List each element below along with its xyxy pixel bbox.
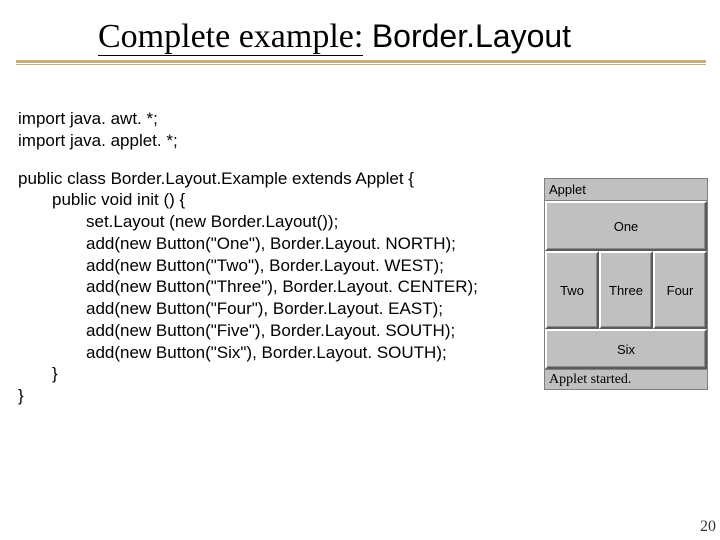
title-underline xyxy=(16,60,706,66)
class-block: public class Border.Layout.Example exten… xyxy=(18,168,578,407)
button-six-label: Six xyxy=(617,342,635,357)
code-line-10: } xyxy=(18,363,578,385)
imports-block: import java. awt. *; import java. applet… xyxy=(18,108,578,152)
import-line-2: import java. applet. *; xyxy=(18,130,578,152)
code-content: import java. awt. *; import java. applet… xyxy=(18,108,578,407)
code-line-1: public class Border.Layout.Example exten… xyxy=(18,168,578,190)
slide-title-wrap: Complete example: Border.Layout xyxy=(0,0,720,56)
button-three-label: Three xyxy=(609,283,643,298)
code-line-2: public void init () { xyxy=(18,189,578,211)
applet-status: Applet started. xyxy=(544,370,708,390)
page-number: 20 xyxy=(700,518,716,536)
button-four[interactable]: Four xyxy=(653,251,707,329)
import-line-1: import java. awt. *; xyxy=(18,108,578,130)
code-line-11: } xyxy=(18,385,578,407)
code-line-4: add(new Button("One"), Border.Layout. NO… xyxy=(18,233,578,255)
button-four-label: Four xyxy=(667,283,694,298)
title-part2: Border.Layout xyxy=(372,18,571,54)
applet-titlebar: Applet xyxy=(544,178,708,200)
code-line-5: add(new Button("Two"), Border.Layout. WE… xyxy=(18,255,578,277)
button-two[interactable]: Two xyxy=(545,251,599,329)
borderlayout-grid: One Two Three Four Six xyxy=(544,200,708,370)
code-line-3: set.Layout (new Border.Layout()); xyxy=(18,211,578,233)
button-three[interactable]: Three xyxy=(599,251,653,329)
applet-window: Applet One Two Three Four Six Applet sta… xyxy=(544,178,708,390)
button-two-label: Two xyxy=(560,283,584,298)
title-part1: Complete example: xyxy=(98,18,363,56)
code-line-9: add(new Button("Six"), Border.Layout. SO… xyxy=(18,342,578,364)
button-six[interactable]: Six xyxy=(545,329,707,369)
slide-title: Complete example: Border.Layout xyxy=(98,18,571,55)
button-one[interactable]: One xyxy=(545,201,707,251)
button-one-label: One xyxy=(614,219,639,234)
code-line-7: add(new Button("Four"), Border.Layout. E… xyxy=(18,298,578,320)
code-line-6: add(new Button("Three"), Border.Layout. … xyxy=(18,276,578,298)
code-line-8: add(new Button("Five"), Border.Layout. S… xyxy=(18,320,578,342)
